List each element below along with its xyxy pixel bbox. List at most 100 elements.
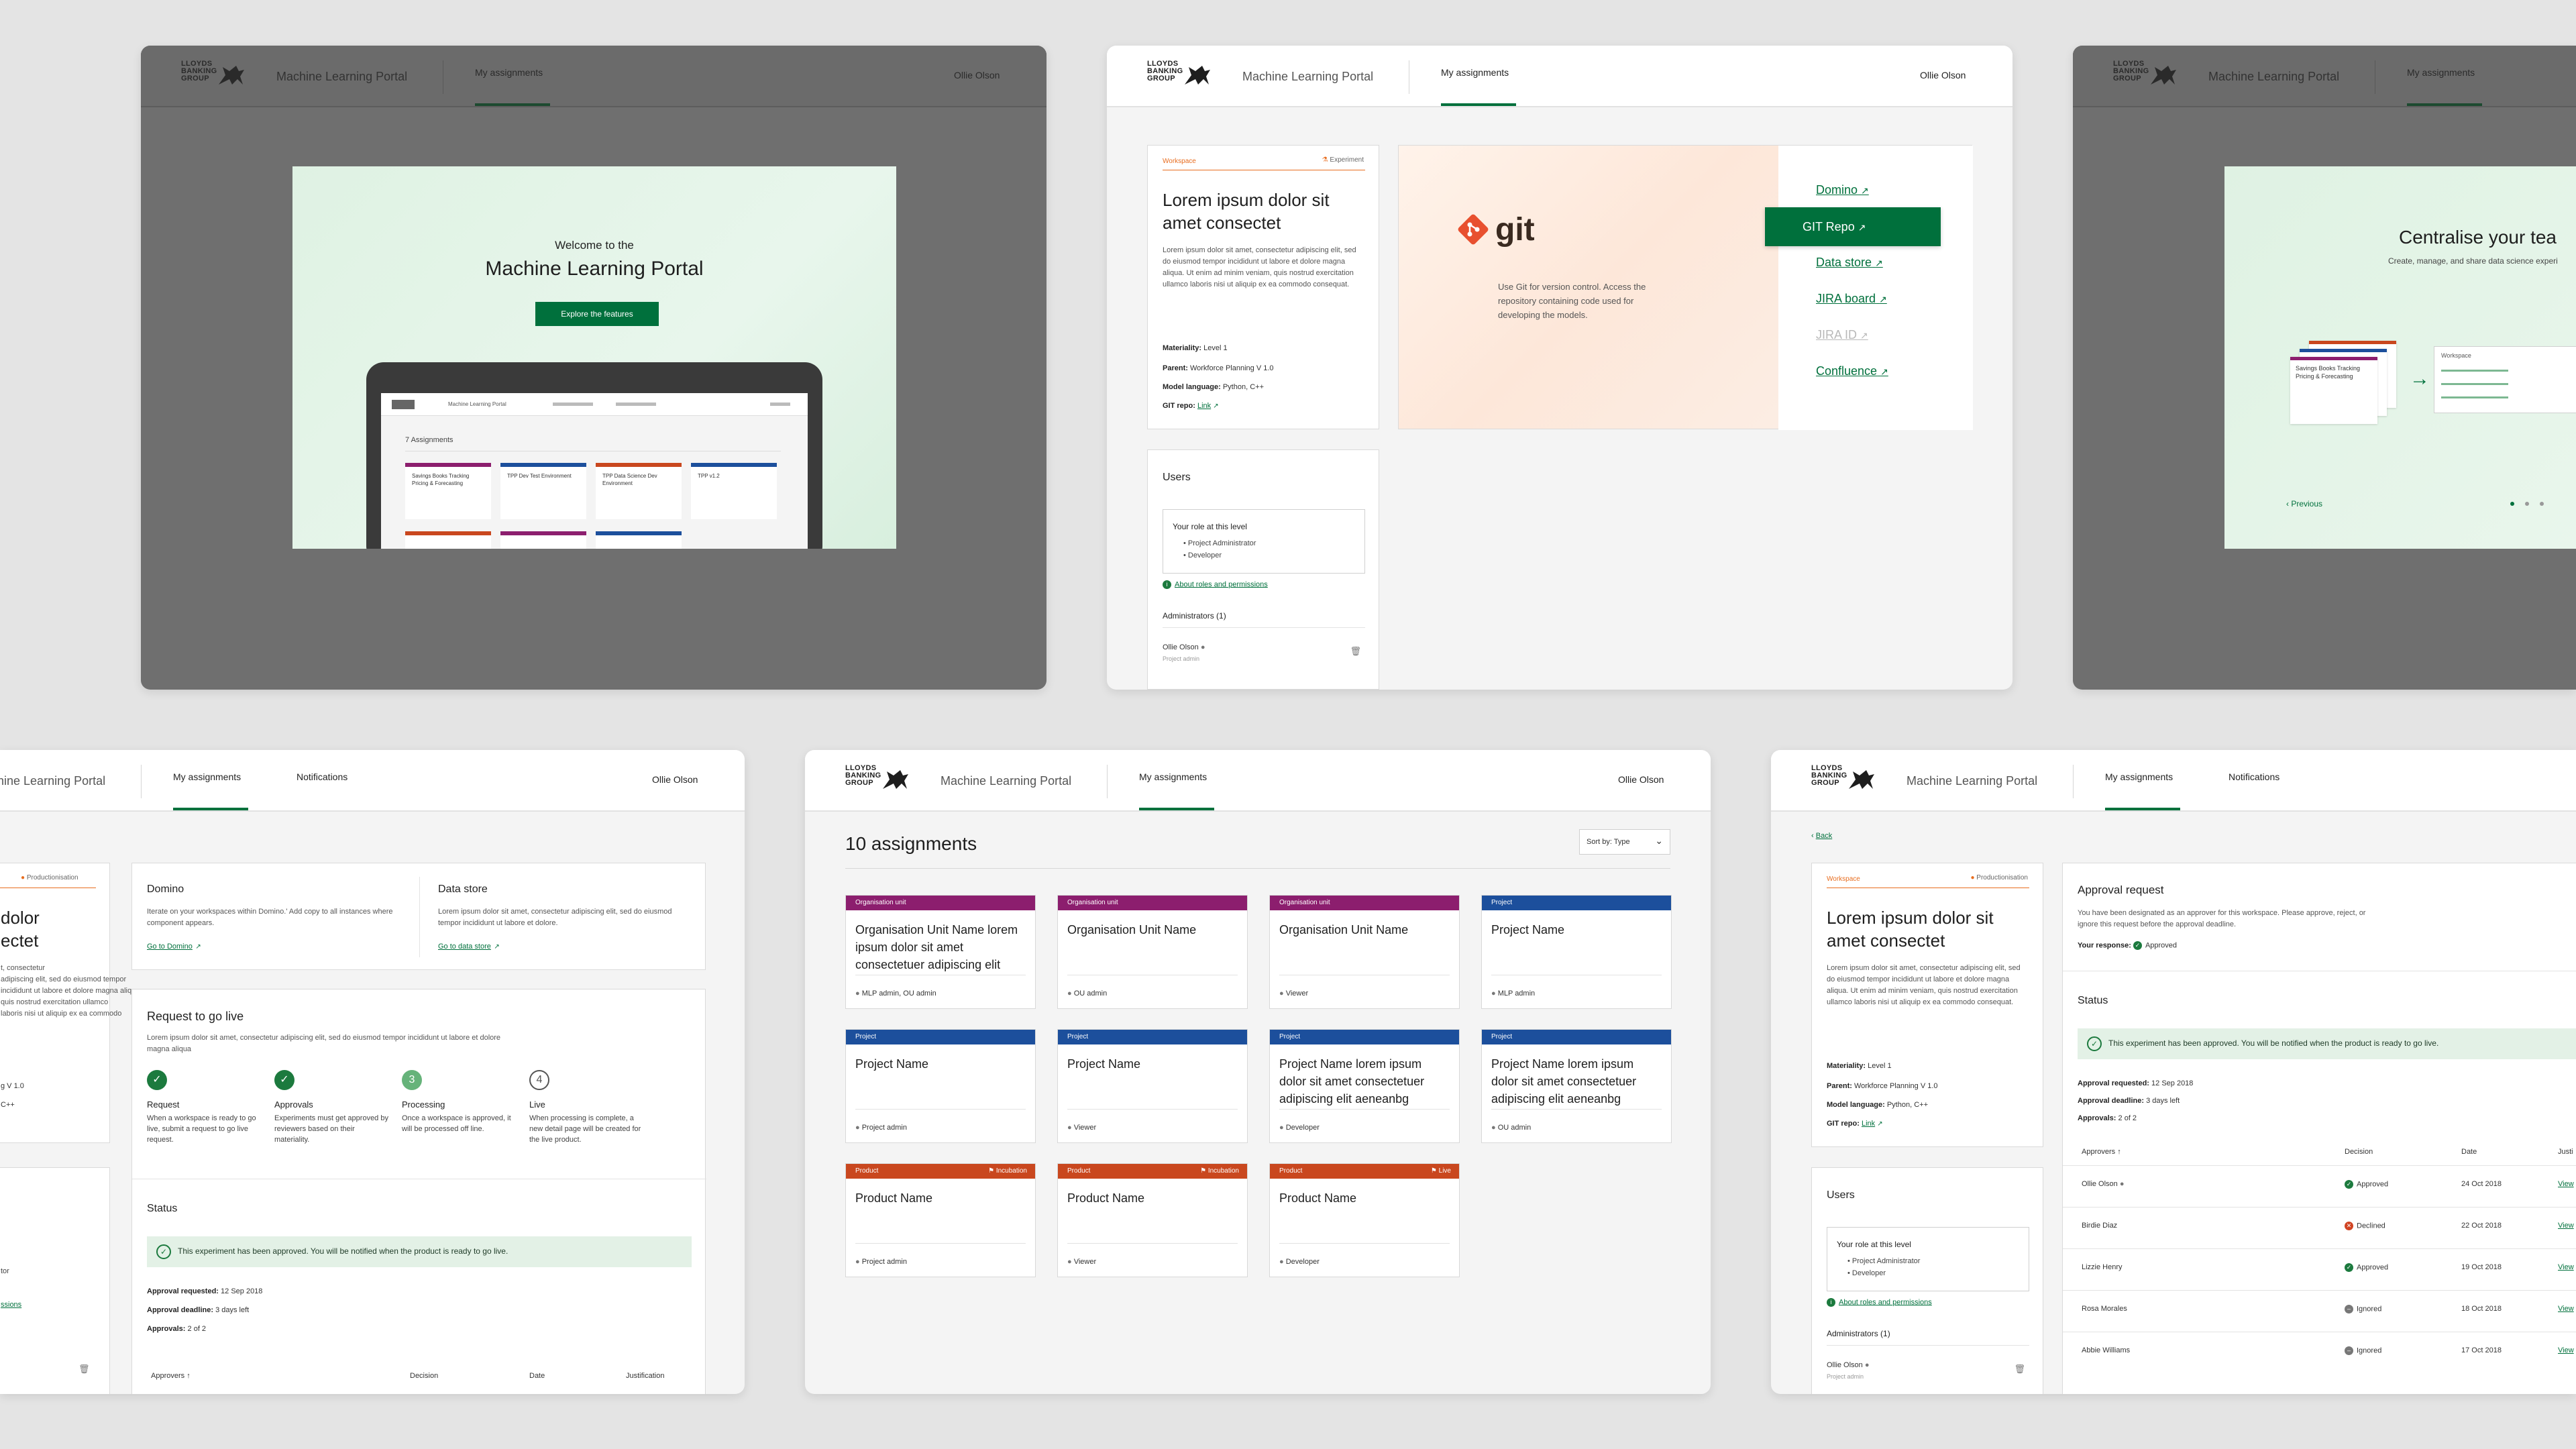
carousel-dot[interactable]: [2540, 502, 2544, 506]
sort-select[interactable]: Sort by: Type ⌄: [1579, 829, 1670, 855]
tab-notifications[interactable]: Notifications: [297, 771, 347, 782]
user-name[interactable]: Ollie Olson: [1618, 774, 1664, 785]
assignment-card[interactable]: Product ⚑ Incubation Product Name ● Project…: [845, 1163, 1036, 1277]
tool-link-domino[interactable]: Domino ↗: [1816, 183, 1869, 197]
decision: ✓ Approved: [2345, 1263, 2388, 1272]
col-approvers[interactable]: Approvers ↑: [151, 1372, 191, 1380]
previous-button[interactable]: ‹ Previous: [2286, 499, 2322, 508]
go-to-data-store[interactable]: Go to data store ↗: [438, 940, 500, 952]
back-link[interactable]: ‹ Back: [1811, 832, 1832, 840]
stage-icon: ⚑: [1200, 1167, 1207, 1175]
workspace-tag: Workspace: [1163, 158, 1196, 165]
person-icon: ●: [855, 1258, 860, 1266]
git-link[interactable]: Link: [1862, 1120, 1875, 1128]
welcome-hero: Welcome to the Machine Learning Portal E…: [292, 166, 896, 549]
trash-icon[interactable]: 🗑: [78, 1364, 90, 1375]
approval-requested: Approval requested: 12 Sep 2018: [147, 1287, 263, 1295]
card-type-bar: Product ⚑ Incubation: [846, 1164, 1035, 1179]
tools-list: Domino ↗ GIT Repo ↗ Data store ↗ JIRA bo…: [1765, 146, 1973, 430]
assignment-card[interactable]: Project Project Name ● Viewer: [1057, 1029, 1248, 1143]
mock-count: 7 Assignments: [405, 436, 453, 444]
users-title: Users: [1827, 1189, 1855, 1201]
tab-my-assignments[interactable]: My assignments: [1441, 67, 1509, 78]
domino-desc: Iterate on your workspaces within Domino…: [147, 908, 393, 927]
divider: [141, 765, 142, 798]
tools-card: git Use Git for version control. Access …: [1398, 145, 1973, 430]
assignment-card[interactable]: Project Project Name lorem ipsum dolor si…: [1481, 1029, 1672, 1143]
status-title: Status: [147, 1203, 178, 1214]
check-circle-icon: ✓: [156, 1244, 171, 1259]
git-link[interactable]: Link: [1197, 402, 1211, 410]
approvals-count: Approvals: 2 of 2: [2078, 1114, 2137, 1122]
decision-date: 19 Oct 2018: [2461, 1263, 2502, 1271]
git-logo: git: [1456, 212, 1535, 250]
assignment-card[interactable]: Organisation unit Organisation Unit Name ●…: [1269, 895, 1460, 1009]
assignment-card[interactable]: Product ⚑ Live Product Name ● Developer: [1269, 1163, 1460, 1277]
assignment-card[interactable]: Project Project Name ● MLP admin: [1481, 895, 1672, 1009]
go-to-domino[interactable]: Go to Domino ↗: [147, 940, 201, 952]
about-roles[interactable]: i About roles and permissions: [1163, 580, 1268, 589]
row-divider: [2063, 1207, 2576, 1208]
tab-notifications[interactable]: Notifications: [2229, 771, 2279, 782]
tab-my-assignments[interactable]: My assignments: [1139, 771, 1207, 782]
approvals-count: Approvals: 2 of 2: [147, 1325, 207, 1333]
explore-features-button[interactable]: Explore the features: [535, 302, 659, 326]
assignment-card[interactable]: Project Project Name lorem ipsum dolor si…: [1269, 1029, 1460, 1143]
trash-icon[interactable]: 🗑: [1350, 646, 1361, 657]
admin-role: Project admin: [1827, 1373, 1864, 1380]
assignment-card[interactable]: Organisation unit Organisation Unit Name …: [845, 895, 1036, 1009]
decision-date: 18 Oct 2018: [2461, 1305, 2502, 1313]
decision: ✓ Approved: [2345, 1180, 2388, 1189]
user-name[interactable]: Ollie Olson: [652, 774, 698, 785]
about-roles[interactable]: i About roles and permissions: [1827, 1298, 1932, 1307]
rocket-icon: ●: [1970, 874, 1975, 881]
stack-card: Savings Books Tracking Pricing & Forecas…: [2290, 357, 2377, 424]
tool-link-jira-board[interactable]: JIRA board ↗: [1816, 292, 1887, 306]
assignment-card[interactable]: Organisation unit Organisation Unit Name ●…: [1057, 895, 1248, 1009]
active-tab-indicator: [1139, 808, 1214, 810]
external-link-icon: ↗: [1860, 330, 1868, 341]
portal-title: Machine Learning Portal: [941, 774, 1072, 788]
decision-date: 22 Oct 2018: [2461, 1222, 2502, 1230]
workspace-card: Workspace ● Productionisation Lorem ipsu…: [1811, 863, 2043, 1147]
lloyds-logo: LLOYDS BANKING GROUP: [845, 765, 924, 802]
materiality: Materiality: Level 1: [1163, 344, 1228, 352]
tool-link-data-store[interactable]: Data store ↗: [1816, 256, 1883, 270]
col-justification: Justi: [2558, 1148, 2573, 1156]
about-partial[interactable]: ssions: [1, 1301, 21, 1309]
col-approvers[interactable]: Approvers ↑: [2082, 1148, 2121, 1156]
trash-icon[interactable]: 🗑: [2014, 1364, 2025, 1375]
card-role: ● Developer: [1279, 1258, 1320, 1266]
card-type-bar: Organisation unit: [1270, 896, 1459, 910]
card-role: ● OU admin: [1067, 989, 1108, 998]
card-divider: [1279, 1243, 1450, 1244]
carousel-dot[interactable]: [2510, 502, 2514, 506]
data-store-desc: Lorem ipsum dolor sit amet, consectetur …: [438, 908, 672, 927]
approval-deadline: Approval deadline: 3 days left: [147, 1306, 250, 1314]
assignment-card[interactable]: Project Project Name ● Project admin: [845, 1029, 1036, 1143]
view-link[interactable]: View: [2558, 1346, 2574, 1354]
user-name[interactable]: Ollie Olson: [1920, 70, 1966, 80]
carousel-dot[interactable]: [2525, 502, 2529, 506]
step-live: Live When processing is complete, a new d…: [529, 1099, 641, 1144]
view-link[interactable]: View: [2558, 1222, 2574, 1230]
tab-my-assignments[interactable]: My assignments: [2407, 67, 2475, 78]
tab-my-assignments[interactable]: My assignments: [475, 67, 543, 78]
view-link[interactable]: View: [2558, 1263, 2574, 1271]
user-name[interactable]: Ollie Olson: [954, 70, 1000, 80]
view-link[interactable]: View: [2558, 1305, 2574, 1313]
person-icon: ●: [855, 1124, 860, 1132]
meta-partial: g V 1.0: [1, 1082, 24, 1090]
tab-my-assignments[interactable]: My assignments: [173, 771, 241, 782]
tab-my-assignments[interactable]: My assignments: [2105, 771, 2173, 782]
model-language: Model language: Python, C++: [1827, 1101, 1928, 1109]
card-role: ● Viewer: [1067, 1258, 1097, 1266]
tool-link-confluence[interactable]: Confluence ↗: [1816, 364, 1888, 378]
approver-name: Birdie Diaz: [2082, 1222, 2118, 1230]
assignment-card[interactable]: Product ⚑ Incubation Product Name ● Viewer: [1057, 1163, 1248, 1277]
tool-link-git-repo[interactable]: GIT Repo ↗: [1765, 207, 1941, 246]
decision-icon: –: [2345, 1346, 2353, 1355]
mock-card: TPP Data Science Dev Environment: [596, 463, 682, 519]
app-header: LLOYDS BANKING GROUP Machine Learning Po…: [141, 46, 1046, 107]
view-link[interactable]: View: [2558, 1180, 2574, 1188]
